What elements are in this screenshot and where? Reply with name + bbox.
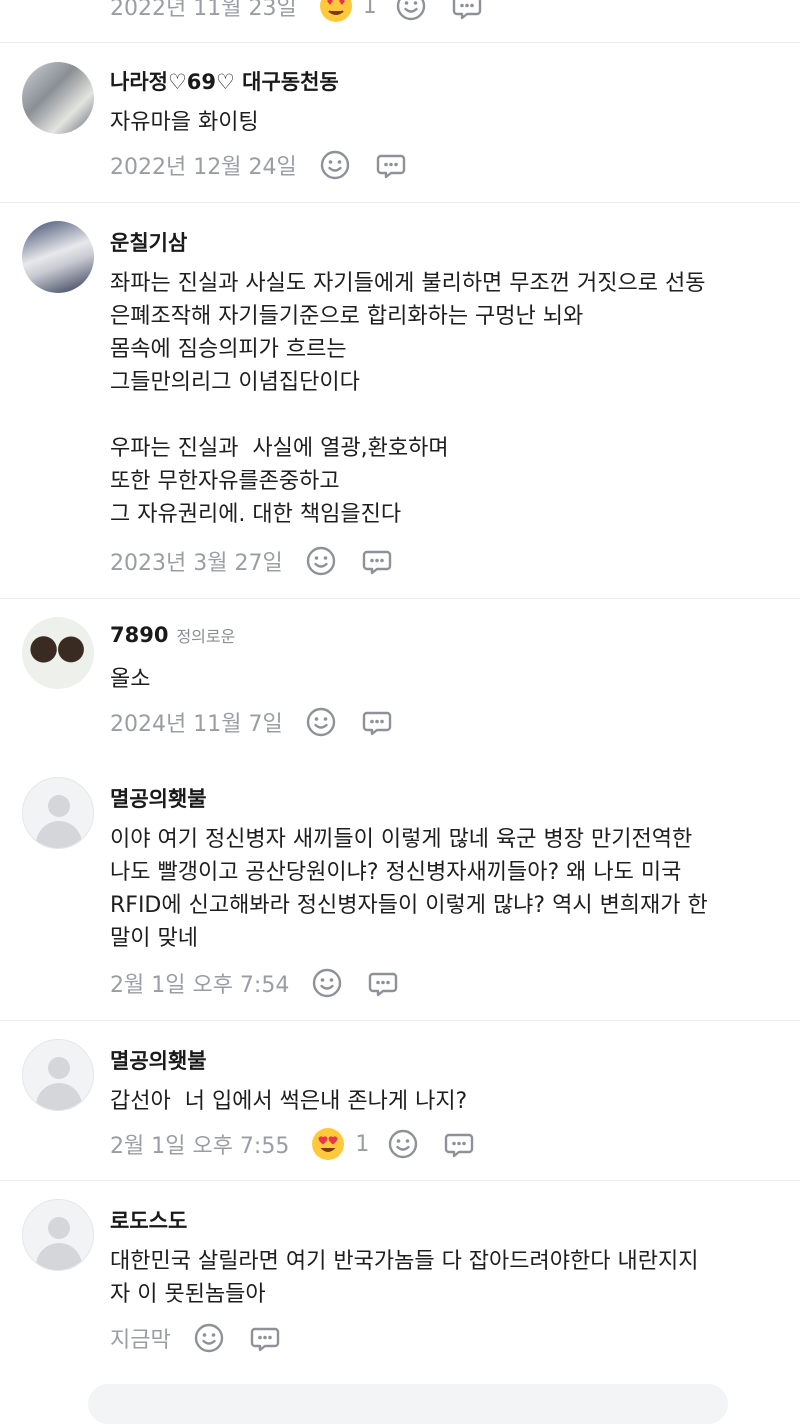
chat-bubble-icon [369, 972, 398, 997]
avatar-default[interactable] [22, 1039, 94, 1111]
comment-author[interactable]: 로도스도 [110, 1205, 187, 1235]
author-name: 운칠기삼 [110, 231, 188, 255]
comment-date: 2022년 11월 23일 [110, 0, 297, 21]
reply-button[interactable] [367, 967, 399, 999]
comment-item: 로도스도 대한민국 살릴라면 여기 반국가놈들 다 잡아드려야한다 내란지지 자… [0, 1181, 800, 1376]
chat-bubble-icon [376, 154, 405, 179]
heart-eyes-emoji-icon [312, 1128, 345, 1160]
comment-item: 멸공의횃불 갑선아 너 입에서 썩은내 존나게 나지? 2월 1일 오후 7:5… [0, 1021, 800, 1181]
avatar-default[interactable] [22, 1199, 94, 1271]
author-name: 나라정♡69♡ 대구동천동 [110, 70, 339, 94]
comment-item: 7890 정의로운 올소 2024년 11월 7일 [0, 599, 800, 759]
author-name: 멸공의횃불 [110, 787, 207, 811]
comment-item: 나라정♡69♡ 대구동천동 자유마을 화이팅 2022년 12월 24일 [0, 42, 800, 203]
reaction-count: 1 [355, 1131, 370, 1157]
comment-input-bar[interactable] [88, 1384, 728, 1424]
comment-author[interactable]: 나라정♡69♡ 대구동천동 [110, 66, 339, 96]
chat-bubble-icon [362, 711, 391, 736]
avatar-default[interactable] [22, 777, 94, 849]
emotion-button[interactable] [319, 149, 351, 181]
comment-meta: 2월 1일 오후 7:55 1 [110, 1124, 499, 1164]
comment-meta: 2022년 11월 23일 1 [110, 0, 507, 26]
comment-author[interactable]: 운칠기삼 [110, 227, 187, 257]
comment-date: 2월 1일 오후 7:54 [110, 973, 290, 998]
comment-meta: 2023년 3월 27일 [110, 541, 417, 581]
comment-date: 2023년 3월 27일 [110, 551, 283, 576]
reaction-badge[interactable]: 1 [311, 1127, 369, 1161]
comment-date: 2월 1일 오후 7:55 [110, 1134, 290, 1159]
smiley-icon [396, 0, 425, 21]
avatar[interactable] [22, 221, 94, 293]
comment-date: 지금막 [110, 1328, 171, 1353]
chat-bubble-icon [445, 1133, 474, 1158]
comment-body: 이야 여기 정신병자 새끼들이 이렇게 많네 육군 병장 만기전역한 나도 빨갱… [110, 827, 708, 951]
author-name: 7890 [110, 623, 169, 647]
comment-date: 2024년 11월 7일 [110, 712, 283, 737]
reply-button[interactable] [443, 1128, 475, 1160]
comment-body: 올소 [110, 667, 151, 692]
comment-meta: 2월 1일 오후 7:54 [110, 963, 423, 1003]
reply-button[interactable] [361, 545, 393, 577]
reply-button[interactable] [451, 0, 483, 22]
emotion-button[interactable] [305, 545, 337, 577]
smiley-icon [389, 1129, 418, 1159]
comment-body: 갑선아 너 입에서 썩은내 존나게 나지? [110, 1089, 468, 1114]
comment-date: 2022년 12월 24일 [110, 155, 297, 180]
reply-button[interactable] [249, 1322, 281, 1354]
emotion-button[interactable] [193, 1322, 225, 1354]
reply-button[interactable] [375, 149, 407, 181]
comment-meta: 지금막 [110, 1318, 305, 1358]
reaction-badge[interactable]: 1 [319, 0, 377, 23]
heart-eyes-emoji-icon [319, 0, 352, 22]
comment-partial: 2022년 11월 23일 1 [0, 0, 800, 43]
author-name: 멸공의횃불 [110, 1049, 207, 1073]
comment-body: 대한민국 살릴라면 여기 반국가놈들 다 잡아드려야한다 내란지지 자 이 못된… [110, 1249, 699, 1307]
chat-bubble-icon [362, 550, 391, 575]
avatar[interactable] [22, 62, 94, 134]
author-badge: 정의로운 [176, 627, 236, 646]
smiley-icon [306, 707, 335, 737]
comment-item: 멸공의횃불 이야 여기 정신병자 새끼들이 이렇게 많네 육군 병장 만기전역한… [0, 759, 800, 1021]
comment-author[interactable]: 7890 정의로운 [110, 623, 235, 647]
emotion-button[interactable] [387, 1128, 419, 1160]
avatar[interactable] [22, 617, 94, 689]
emotion-button[interactable] [395, 0, 427, 22]
smiley-icon [194, 1323, 223, 1353]
emotion-button[interactable] [305, 706, 337, 738]
reply-button[interactable] [361, 706, 393, 738]
reaction-count: 1 [362, 0, 377, 19]
comment-body: 좌파는 진실과 사실도 자기들에게 불리하면 무조껀 거짓으로 선동 은폐조작해… [110, 271, 706, 527]
smiley-icon [320, 150, 349, 180]
author-name: 로도스도 [110, 1209, 188, 1233]
comment-body: 자유마을 화이팅 [110, 110, 259, 135]
comment-author[interactable]: 멸공의횃불 [110, 1045, 207, 1075]
comment-meta: 2024년 11월 7일 [110, 702, 417, 742]
emotion-button[interactable] [311, 967, 343, 999]
comment-meta: 2022년 12월 24일 [110, 145, 431, 185]
chat-bubble-icon [250, 1327, 279, 1352]
smiley-icon [306, 546, 335, 576]
comment-author[interactable]: 멸공의횃불 [110, 783, 207, 813]
chat-bubble-icon [452, 0, 481, 20]
comment-item: 운칠기삼 좌파는 진실과 사실도 자기들에게 불리하면 무조껀 거짓으로 선동 … [0, 203, 800, 599]
smiley-icon [313, 968, 342, 998]
